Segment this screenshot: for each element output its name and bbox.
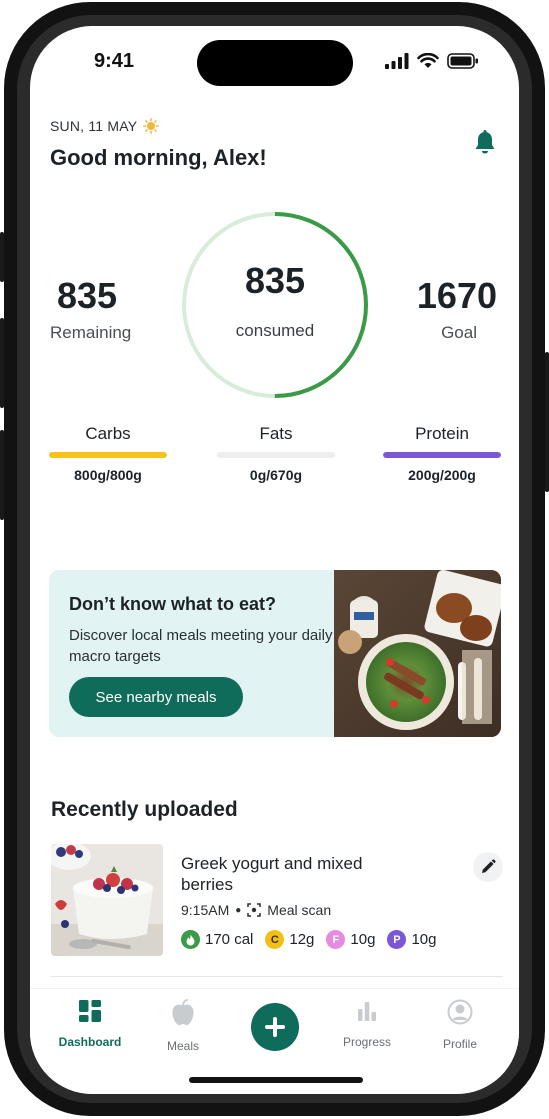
macro-protein-value: 200g/200g — [408, 467, 476, 483]
macro-carbs-fill — [49, 452, 167, 458]
mute-switch — [0, 232, 4, 282]
protein-badge-icon: P — [387, 930, 407, 949]
meal-calories-value: 170 cal — [205, 931, 254, 948]
macro-carbs-label: Carbs — [85, 424, 131, 443]
bottom-tab-bar: Dashboard Meals Progress Profile — [30, 988, 519, 1094]
meal-fats: F 10g — [326, 930, 375, 949]
battery-icon — [447, 53, 478, 69]
meta-separator-dot: ● — [235, 904, 242, 916]
pencil-icon — [482, 859, 496, 873]
meal-card[interactable]: Greek yogurt and mixed berries 9:15AM ● … — [51, 844, 503, 960]
recently-uploaded-title: Recently uploaded — [51, 798, 238, 821]
meal-macros: 170 cal C 12g F 10g P 10g — [181, 930, 436, 949]
remaining-value: 835 — [57, 275, 118, 316]
macro-protein: Protein 200g/200g — [383, 424, 501, 483]
meal-protein: P 10g — [387, 930, 436, 949]
consumed-label: consumed — [235, 321, 315, 340]
edit-meal-button[interactable] — [473, 852, 503, 882]
calorie-ring: 835 consumed — [180, 210, 370, 400]
tab-profile-label: Profile — [442, 1037, 477, 1051]
user-icon — [447, 999, 473, 1025]
macro-fats-label: Fats — [259, 424, 293, 443]
status-time: 9:41 — [94, 50, 135, 72]
power-button — [545, 352, 549, 492]
meal-source: Meal scan — [267, 902, 332, 918]
wifi-icon — [417, 53, 439, 68]
notification-bell-icon[interactable] — [473, 130, 497, 156]
date-label: SUN, 11 MAY — [50, 118, 138, 134]
goal-value: 1670 — [416, 275, 497, 316]
goal-label: Goal — [441, 323, 477, 342]
meal-meta: 9:15AM ● Meal scan — [181, 902, 331, 918]
macro-carbs-bar — [49, 452, 167, 458]
divider — [51, 976, 503, 977]
macro-fats-bar — [217, 452, 335, 458]
status-icons — [385, 53, 479, 69]
tab-progress-label: Progress — [342, 1035, 392, 1049]
macro-carbs-value: 800g/800g — [74, 467, 142, 483]
macro-fats-value: 0g/670g — [249, 467, 303, 483]
tab-dashboard-label: Dashboard — [58, 1035, 122, 1049]
promo-text: Discover local meals meeting your daily … — [69, 627, 333, 665]
volume-down-button — [0, 430, 4, 520]
date-row: SUN, 11 MAY — [50, 118, 160, 134]
see-nearby-meals-button[interactable]: See nearby meals — [69, 677, 243, 717]
meal-fats-value: 10g — [350, 931, 376, 948]
promo-title: Don’t know what to eat? — [69, 594, 276, 614]
volume-up-button — [0, 318, 4, 408]
consumed-value: 835 — [244, 260, 306, 301]
carbs-badge-icon: C — [265, 930, 285, 949]
meal-calories: 170 cal — [181, 930, 253, 949]
signal-icon — [385, 53, 409, 69]
calorie-ring-chart — [182, 212, 368, 398]
sun-icon — [143, 118, 160, 134]
scan-icon — [247, 903, 262, 917]
app-screen: 9:41 SUN, 11 MAY Good morning, Alex! 835… — [30, 26, 519, 1094]
meal-carbs-value: 12g — [289, 931, 315, 948]
flame-icon — [181, 930, 200, 949]
macro-protein-label: Protein — [415, 424, 469, 443]
bar-chart-icon — [358, 1002, 376, 1021]
meal-photo — [51, 844, 163, 956]
meal-protein-value: 10g — [411, 931, 437, 948]
greeting-title: Good morning, Alex! — [50, 145, 267, 170]
macro-fats: Fats 0g/670g — [217, 424, 335, 483]
apple-icon — [172, 999, 194, 1026]
tab-meals-label: Meals — [166, 1039, 199, 1053]
fats-badge-icon: F — [326, 930, 346, 949]
plus-icon — [265, 1017, 285, 1037]
add-meal-button[interactable] — [251, 1003, 299, 1051]
food-photo — [334, 570, 501, 737]
tab-meals[interactable]: Meals — [138, 999, 228, 1053]
macro-protein-bar — [383, 452, 501, 458]
tab-dashboard[interactable]: Dashboard — [45, 999, 135, 1049]
tab-progress[interactable]: Progress — [322, 999, 412, 1049]
home-indicator — [189, 1077, 363, 1083]
remaining-label: Remaining — [50, 323, 132, 342]
dynamic-island — [197, 40, 353, 86]
meal-carbs: C 12g — [265, 930, 314, 949]
tab-profile[interactable]: Profile — [415, 999, 505, 1051]
meal-time: 9:15AM — [181, 902, 230, 918]
macro-protein-fill — [383, 452, 501, 458]
dashboard-icon — [79, 1000, 101, 1022]
nearby-meals-card: Don’t know what to eat? Discover local m… — [49, 570, 501, 737]
macro-carbs: Carbs 800g/800g — [49, 424, 167, 483]
meal-name: Greek yogurt and mixed berries — [181, 854, 363, 894]
